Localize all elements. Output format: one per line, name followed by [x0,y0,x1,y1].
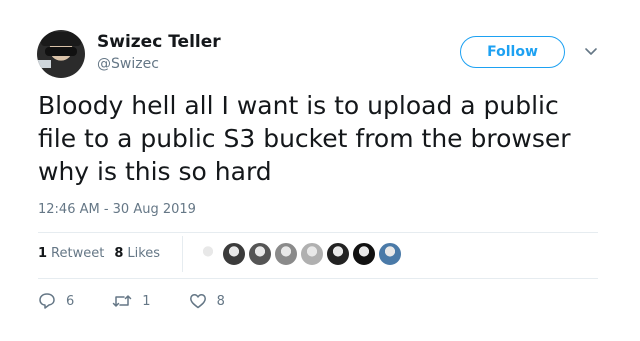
retweet-action[interactable]: 1 [112,292,151,310]
liker-avatar[interactable] [378,242,402,266]
tweet-text: Bloody hell all I want is to upload a pu… [38,91,571,186]
liker-avatar[interactable] [222,242,246,266]
tweet-timestamp[interactable]: 12:46 AM - 30 Aug 2019 [38,202,196,217]
author-name[interactable]: Swizec Teller [97,32,221,52]
reply-count: 6 [66,293,75,309]
follow-button[interactable]: Follow [460,36,565,68]
like-count: 8 [216,293,225,309]
reply-icon [39,293,55,309]
author-avatar[interactable] [37,30,85,78]
action-bar: 6 1 8 [38,292,263,310]
avatar-badge [37,60,51,68]
liker-avatar[interactable] [352,242,376,266]
avatar-glasses [45,47,77,56]
liker-avatar[interactable] [326,242,350,266]
retweets-count[interactable]: 1 [38,246,47,261]
liker-avatars [196,242,404,266]
divider-top [38,232,598,233]
likes-count[interactable]: 8 [114,246,123,261]
liker-avatar[interactable] [196,242,220,266]
liker-avatar[interactable] [274,242,298,266]
retweet-count: 1 [142,293,151,309]
likes-label[interactable]: Likes [127,246,160,261]
tweet-stats: 1 Retweet 8 Likes [38,246,160,261]
reply-action[interactable]: 6 [38,292,74,310]
avatar-hat [41,32,81,46]
chevron-down-icon[interactable] [584,44,598,58]
liker-avatar[interactable] [248,242,272,266]
divider-bottom [38,278,598,279]
retweet-icon [113,295,132,307]
retweets-label[interactable]: Retweet [51,246,104,261]
like-action[interactable]: 8 [189,292,225,310]
heart-icon [189,294,206,309]
liker-avatar[interactable] [300,242,324,266]
author-handle[interactable]: @Swizec [97,56,159,72]
stats-separator [182,236,183,272]
